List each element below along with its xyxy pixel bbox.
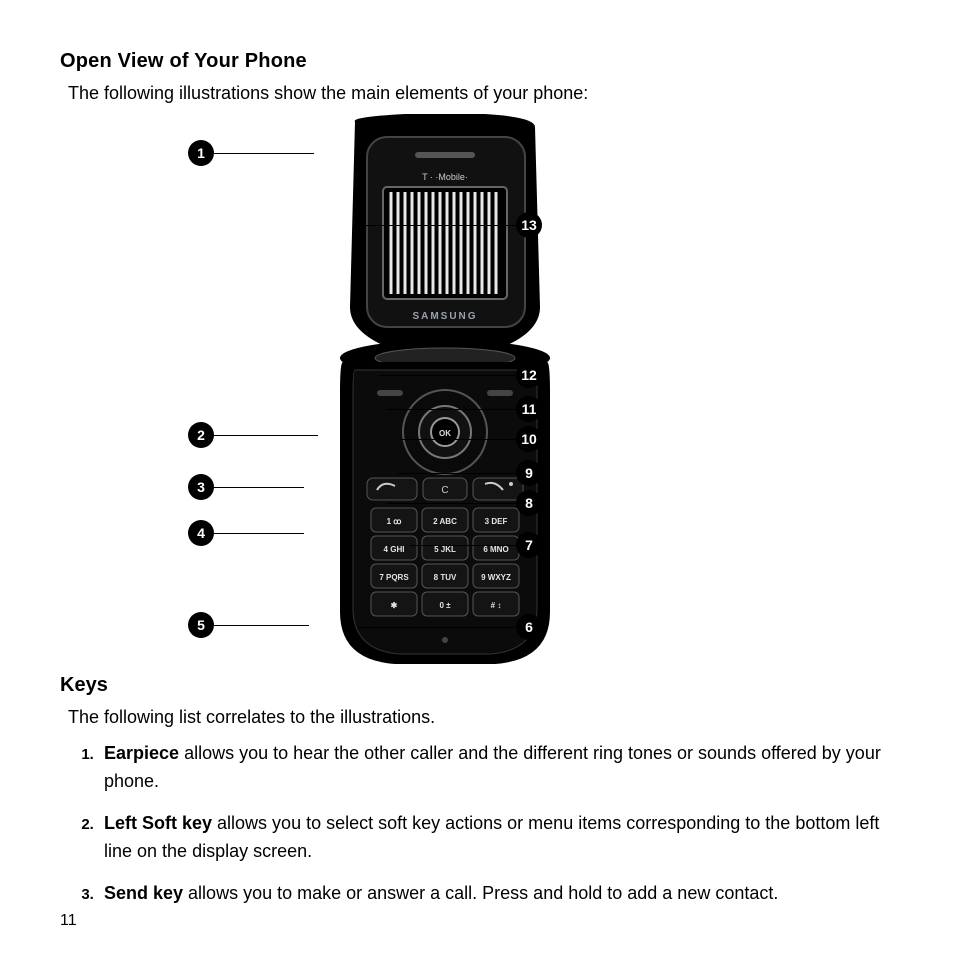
svg-text:9 WXYZ: 9 WXYZ: [481, 573, 511, 582]
svg-text:0 ±: 0 ±: [439, 601, 451, 610]
key-item-1: Earpiece allows you to hear the other ca…: [98, 740, 894, 796]
brand-label: SAMSUNG: [412, 311, 477, 322]
manual-page: Open View of Your Phone The following il…: [0, 0, 954, 954]
key-desc: allows you to make or answer a call. Pre…: [183, 883, 778, 903]
svg-text:2 ABC: 2 ABC: [433, 517, 457, 526]
svg-text:4 GHI: 4 GHI: [384, 545, 405, 554]
callout-11: 11: [516, 396, 542, 422]
svg-text:C: C: [441, 485, 448, 496]
keys-list: Earpiece allows you to hear the other ca…: [68, 740, 894, 907]
key-desc: allows you to select soft key actions or…: [104, 813, 879, 861]
callout-1: 1: [188, 140, 214, 166]
carrier-label: T · ·Mobile·: [422, 172, 468, 182]
callout-12: 12: [516, 362, 542, 388]
callout-3: 3: [188, 474, 214, 500]
key-term: Left Soft key: [104, 813, 212, 833]
figure-area: 1 2 3 4 5 6 7 8 9 10 11 12 13: [60, 112, 894, 672]
callout-7: 7: [516, 532, 542, 558]
key-term: Send key: [104, 883, 183, 903]
phone-illustration: T · ·Mobile·: [295, 112, 695, 672]
svg-text:6 MNO: 6 MNO: [483, 545, 508, 554]
key-item-3: Send key allows you to make or answer a …: [98, 880, 894, 908]
svg-text:# ↕: # ↕: [491, 601, 502, 610]
callout-4: 4: [188, 520, 214, 546]
svg-text:5 JKL: 5 JKL: [434, 545, 456, 554]
section-heading: Open View of Your Phone: [60, 50, 894, 73]
svg-text:7 PQRS: 7 PQRS: [379, 573, 409, 582]
callout-6: 6: [516, 614, 542, 640]
key-term: Earpiece: [104, 743, 179, 763]
ok-key: OK: [439, 429, 451, 438]
callout-10: 10: [516, 426, 542, 452]
keys-heading: Keys: [60, 674, 894, 697]
keys-intro: The following list correlates to the ill…: [68, 707, 894, 728]
key-desc: allows you to hear the other caller and …: [104, 743, 881, 791]
svg-text:8 TUV: 8 TUV: [434, 573, 457, 582]
svg-text:1 ꝏ: 1 ꝏ: [387, 517, 402, 526]
callout-5: 5: [188, 612, 214, 638]
callout-9: 9: [516, 460, 542, 486]
svg-text:3 DEF: 3 DEF: [485, 517, 508, 526]
page-number: 11: [60, 912, 77, 930]
section-intro: The following illustrations show the mai…: [68, 83, 894, 104]
callout-13: 13: [516, 212, 542, 238]
callout-8: 8: [516, 490, 542, 516]
svg-text:✱: ✱: [391, 601, 398, 610]
key-item-2: Left Soft key allows you to select soft …: [98, 810, 894, 866]
callout-2: 2: [188, 422, 214, 448]
